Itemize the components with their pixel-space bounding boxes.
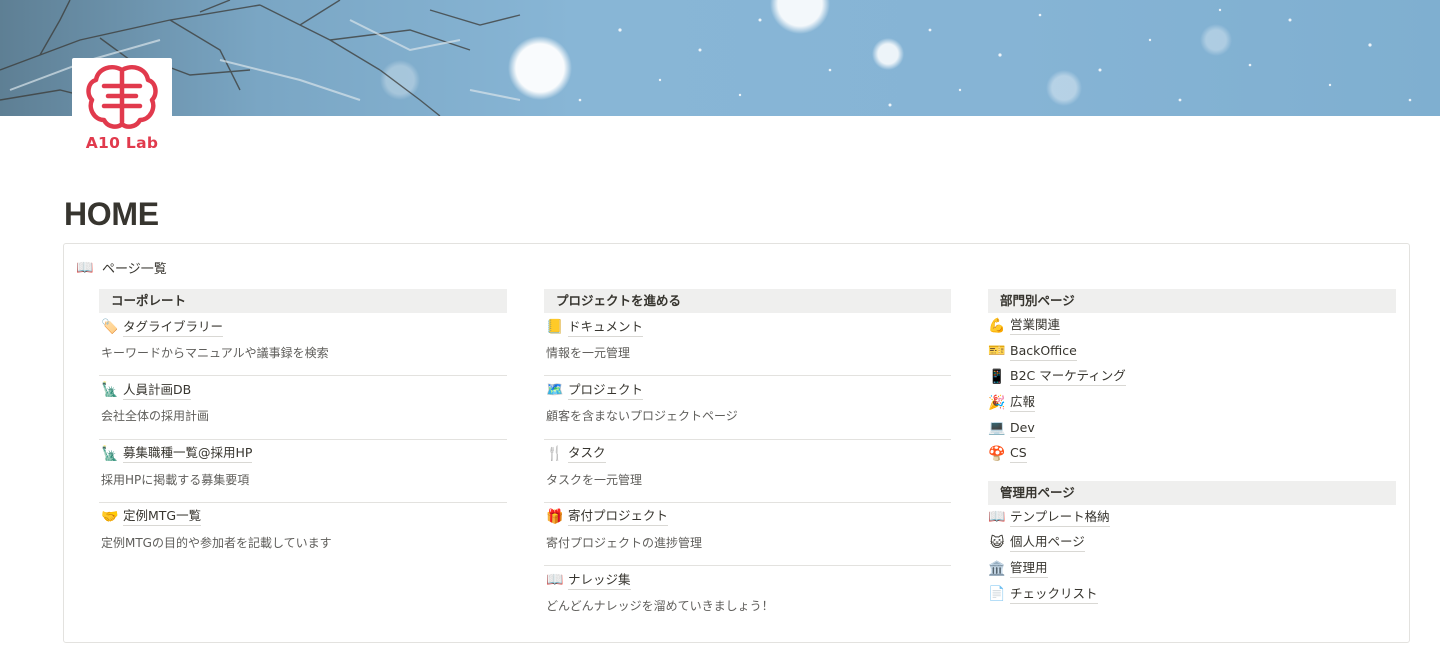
link-label[interactable]: BackOffice [1010, 342, 1077, 361]
column-departments: 部門別ページ 💪 営業関連 🎫 BackOffice 📱 B2C マーケティング… [988, 289, 1396, 607]
flexed-biceps-icon: 💪 [988, 317, 1006, 334]
department-link[interactable]: 💻 Dev [988, 415, 1396, 441]
open-book-icon: 📖 [76, 259, 94, 276]
link-label[interactable]: 管理用 [1010, 559, 1048, 579]
column-corporate: コーポレート 🏷️ タグライブラリー キーワードからマニュアルや議事録を検索 🗽… [99, 289, 507, 566]
page-list-header: 📖 ページ一覧 [76, 258, 167, 278]
department-link[interactable]: 📱 B2C マーケティング [988, 364, 1396, 390]
list-item[interactable]: 🍴 タスク タスクを一元管理 [544, 440, 951, 503]
column-projects: プロジェクトを進める 📒 ドキュメント 情報を一元管理 🗺️ プロジェクト 顧客… [544, 289, 951, 629]
item-description: 寄付プロジェクトの進捗管理 [546, 535, 703, 550]
brain-logo-icon [86, 65, 158, 129]
link-label[interactable]: テンプレート格納 [1010, 508, 1110, 527]
admin-link[interactable]: 🏛️ 管理用 [988, 556, 1396, 582]
cat-face-icon: 😺 [989, 534, 1005, 551]
item-link[interactable]: 定例MTG一覧 [123, 507, 202, 527]
item-link[interactable]: タグライブラリー [123, 318, 224, 337]
link-label[interactable]: 個人用ページ [1010, 533, 1085, 553]
document-icon: 📄 [988, 586, 1006, 603]
logo-text: A10 Lab [85, 134, 159, 152]
open-book-icon: 📖 [546, 572, 564, 589]
admin-link[interactable]: 📄 チェックリスト [988, 581, 1396, 607]
link-label[interactable]: チェックリスト [1010, 585, 1098, 604]
mushroom-icon: 🍄 [988, 445, 1006, 462]
ledger-icon: 📒 [546, 319, 564, 335]
list-item[interactable]: 🗽 人員計画DB 会社全体の採用計画 [99, 376, 507, 440]
classical-building-icon: 🏛️ [988, 560, 1006, 577]
page-list-label: ページ一覧 [102, 262, 167, 277]
gift-icon: 🎁 [546, 508, 564, 525]
column-heading: コーポレート [99, 289, 507, 313]
handshake-icon: 🤝 [101, 508, 119, 525]
statue-of-liberty-icon: 🗽 [101, 445, 119, 462]
link-label[interactable]: Dev [1010, 419, 1035, 438]
list-item[interactable]: 🗽 募集職種一覧@採用HP 採用HPに掲載する募集要項 [99, 440, 507, 503]
tag-icon: 🏷️ [101, 319, 119, 335]
department-link[interactable]: 🎉 広報 [988, 390, 1396, 416]
item-description: キーワードからマニュアルや議事録を検索 [101, 346, 329, 360]
item-link[interactable]: プロジェクト [568, 381, 644, 400]
party-popper-icon: 🎉 [988, 394, 1006, 411]
cover-image [0, 0, 1440, 116]
workspace-logo[interactable]: A10 Lab [72, 58, 172, 160]
laptop-icon: 💻 [988, 420, 1006, 437]
link-label[interactable]: 営業関連 [1010, 316, 1061, 336]
map-icon: 🗺️ [546, 382, 564, 399]
department-link[interactable]: 🍄 CS [988, 441, 1396, 467]
list-item[interactable]: 🤝 定例MTG一覧 定例MTGの目的や参加者を記載しています [99, 503, 507, 566]
ticket-icon: 🎫 [988, 343, 1006, 360]
admin-heading: 管理用ページ [988, 480, 1396, 505]
item-link[interactable]: タスク [568, 444, 606, 464]
list-item[interactable]: 🗺️ プロジェクト 顧客を含まないプロジェクトページ [544, 376, 951, 440]
link-label[interactable]: CS [1010, 444, 1027, 464]
statue-of-liberty-icon: 🗽 [101, 382, 119, 399]
list-item[interactable]: 🎁 寄付プロジェクト 寄付プロジェクトの進捗管理 [544, 503, 951, 567]
link-label[interactable]: 広報 [1010, 393, 1036, 413]
list-item[interactable]: 🏷️ タグライブラリー キーワードからマニュアルや議事録を検索 [99, 313, 507, 377]
department-link[interactable]: 🎫 BackOffice [988, 339, 1396, 365]
admin-link[interactable]: 😺 個人用ページ [988, 530, 1396, 556]
list-item[interactable]: 📖 ナレッジ集 どんどんナレッジを溜めていきましょう！ [544, 566, 951, 629]
item-link[interactable]: 募集職種一覧@採用HP [123, 444, 253, 464]
department-link[interactable]: 💪 営業関連 [988, 313, 1396, 339]
page-list-callout: 📖 ページ一覧 コーポレート 🏷️ タグライブラリー キーワードからマニュアルや… [63, 243, 1410, 643]
frosted-branches-illustration [0, 0, 1412, 116]
page-title: HOME [64, 196, 159, 232]
link-label[interactable]: B2C マーケティング [1010, 367, 1126, 387]
fork-knife-icon: 🍴 [546, 445, 564, 462]
item-description: どんどんナレッジを溜めていきましょう！ [546, 599, 774, 614]
item-description: 採用HPに掲載する募集要項 [101, 472, 250, 487]
open-book-icon: 📖 [988, 509, 1006, 526]
item-link[interactable]: 人員計画DB [123, 381, 192, 400]
item-description: 会社全体の採用計画 [101, 409, 210, 424]
list-item[interactable]: 📒 ドキュメント 情報を一元管理 [544, 313, 951, 377]
column-heading: 部門別ページ [988, 289, 1396, 313]
admin-link[interactable]: 📖 テンプレート格納 [988, 505, 1396, 531]
item-description: 情報を一元管理 [546, 346, 631, 360]
item-link[interactable]: 寄付プロジェクト [568, 507, 669, 527]
item-link[interactable]: ドキュメント [568, 318, 644, 337]
item-description: 顧客を含まないプロジェクトページ [546, 409, 738, 424]
item-description: タスクを一元管理 [546, 472, 643, 487]
item-link[interactable]: ナレッジ集 [568, 571, 631, 590]
column-heading: プロジェクトを進める [544, 289, 951, 313]
item-description: 定例MTGの目的や参加者を記載しています [101, 535, 332, 550]
mobile-phone-icon: 📱 [988, 368, 1006, 385]
